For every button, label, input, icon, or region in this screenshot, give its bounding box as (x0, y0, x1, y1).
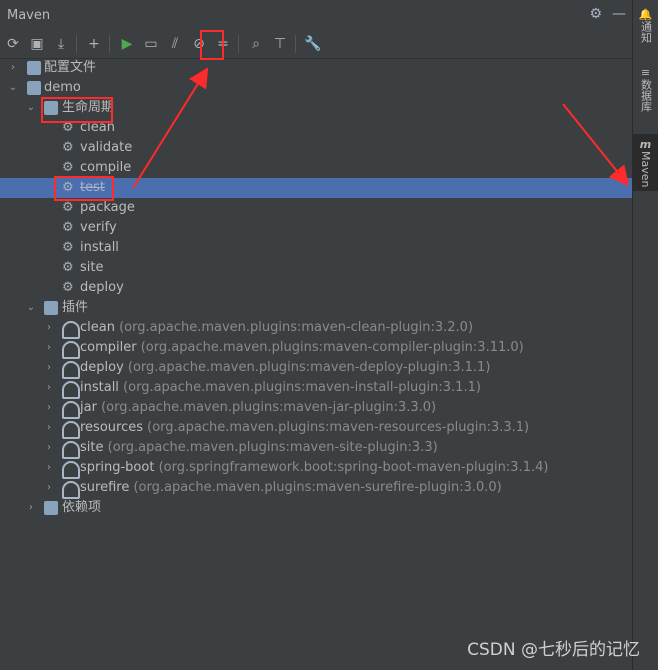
watermark: CSDN @七秒后的记忆 (467, 640, 640, 660)
annotation-arrows (132, 67, 630, 189)
arrow-to-maven-tab (562, 103, 630, 187)
arrow-to-skip-tests (132, 67, 209, 189)
